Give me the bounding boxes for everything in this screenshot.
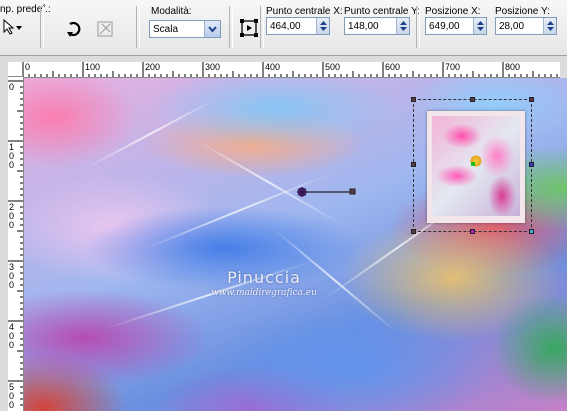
ruler-label: 200 bbox=[9, 202, 15, 230]
transform-selection-box[interactable] bbox=[411, 97, 534, 234]
ruler-label: 400 bbox=[9, 322, 15, 350]
workspace: 0 100 200 300 400 500 600 700 800 0 100 … bbox=[0, 56, 567, 411]
ruler-label: 200 bbox=[145, 62, 161, 72]
center-y-value: 148,00 bbox=[348, 21, 379, 32]
ruler-label: 300 bbox=[9, 262, 15, 290]
center-pivot[interactable] bbox=[471, 162, 475, 166]
ruler-label: 600 bbox=[385, 62, 401, 72]
reset-icon[interactable] bbox=[66, 20, 84, 41]
watermark-url: www.maidiregrafica.eu bbox=[211, 288, 317, 298]
spinner-icon[interactable] bbox=[473, 18, 486, 34]
transform-grid-icon[interactable] bbox=[96, 20, 114, 41]
resize-handle[interactable] bbox=[470, 97, 475, 102]
pos-y-field[interactable]: 28,00 bbox=[495, 17, 557, 35]
center-x-value: 464,00 bbox=[270, 21, 301, 32]
spinner-icon[interactable] bbox=[396, 18, 409, 34]
resize-handle[interactable] bbox=[470, 229, 475, 234]
mode-value: Scala bbox=[153, 24, 179, 35]
ruler-label: 800 bbox=[505, 62, 521, 72]
pos-y-label: Posizione Y: bbox=[495, 6, 550, 17]
separator bbox=[40, 6, 44, 48]
spinner-icon[interactable] bbox=[316, 18, 329, 34]
separator bbox=[416, 6, 420, 48]
ruler-label: 0 bbox=[9, 82, 15, 92]
pos-x-value: 649,00 bbox=[429, 21, 460, 32]
pos-x-field[interactable]: 649,00 bbox=[425, 17, 487, 35]
ruler-corner bbox=[8, 62, 23, 77]
resize-handle[interactable] bbox=[411, 97, 416, 102]
ruler-ticks bbox=[8, 80, 23, 406]
ruler-label: 500 bbox=[9, 382, 15, 410]
pos-y-value: 28,00 bbox=[499, 21, 525, 32]
center-y-label: Punto centrale Y: bbox=[344, 6, 420, 17]
ruler-label: 100 bbox=[9, 142, 15, 170]
rotation-handle[interactable] bbox=[296, 186, 356, 200]
crop-frame-icon[interactable] bbox=[240, 19, 258, 40]
center-y-field[interactable]: 148,00 bbox=[344, 17, 410, 35]
watermark-title: Pinuccia bbox=[227, 268, 301, 287]
horizontal-ruler: 0 100 200 300 400 500 600 700 800 bbox=[8, 62, 560, 78]
resize-handle[interactable] bbox=[529, 162, 534, 167]
watermark: Pinuccia www.maidiregrafica.eu bbox=[204, 268, 324, 298]
center-x-label: Punto centrale X: bbox=[266, 6, 343, 17]
mode-label: Modalità: bbox=[151, 6, 192, 17]
resize-handle[interactable] bbox=[411, 162, 416, 167]
ruler-label: 500 bbox=[325, 62, 341, 72]
light-streak bbox=[84, 97, 218, 170]
vertical-ruler: 0 100 200 300 400 500 bbox=[8, 77, 24, 411]
cursor-preset-icon[interactable] bbox=[2, 18, 24, 39]
ruler-label: 700 bbox=[445, 62, 461, 72]
resize-handle[interactable] bbox=[529, 97, 534, 102]
separator bbox=[229, 6, 233, 48]
center-x-field[interactable]: 464,00 bbox=[266, 17, 330, 35]
ruler-label: 0 bbox=[25, 62, 31, 72]
light-streak bbox=[144, 173, 331, 250]
spinner-icon[interactable] bbox=[543, 18, 556, 34]
ruler-label: 100 bbox=[85, 62, 101, 72]
mode-select[interactable]: Scala bbox=[149, 20, 221, 38]
pos-x-label: Posizione X: bbox=[425, 6, 481, 17]
ruler-label: 400 bbox=[265, 62, 281, 72]
resize-handle[interactable] bbox=[411, 229, 416, 234]
tool-options-bar: np. predef.: Modalità: Scala Punto centr… bbox=[0, 0, 567, 56]
chevron-down-icon[interactable] bbox=[204, 21, 220, 37]
ruler-label: 300 bbox=[205, 62, 221, 72]
resize-handle[interactable] bbox=[529, 229, 534, 234]
separator bbox=[260, 6, 264, 48]
separator bbox=[136, 6, 140, 48]
light-streak bbox=[193, 138, 342, 225]
